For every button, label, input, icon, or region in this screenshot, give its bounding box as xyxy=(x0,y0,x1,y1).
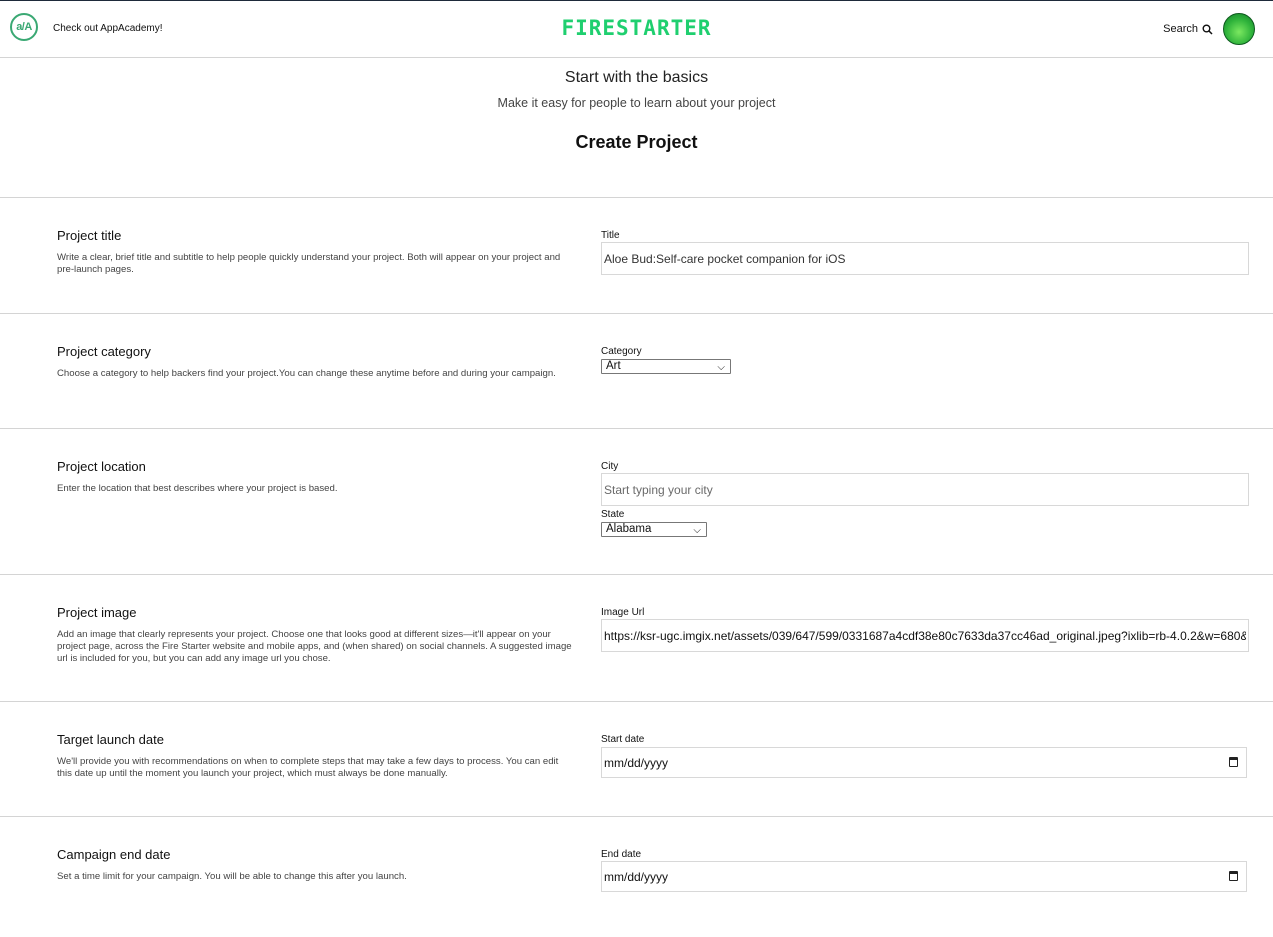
city-label: City xyxy=(601,461,619,472)
title-label: Title xyxy=(601,230,620,241)
user-avatar[interactable] xyxy=(1223,13,1255,45)
page-subheading: Make it easy for people to learn about y… xyxy=(497,96,776,110)
state-label: State xyxy=(601,509,625,520)
form-title: Create Project xyxy=(575,132,698,152)
section-project-location: Project location Enter the location that… xyxy=(0,429,1273,575)
end-date-placeholder: mm/dd/yyyy xyxy=(604,870,669,884)
category-selected-value: Art xyxy=(606,360,621,372)
state-select[interactable]: Alabama ⌵ xyxy=(601,522,707,537)
section-launch-date: Target launch date We'll provide you wit… xyxy=(0,702,1273,817)
section-heading: Project location xyxy=(57,459,146,474)
start-date-input[interactable]: mm/dd/yyyy xyxy=(601,747,1247,778)
section-project-category: Project category Choose a category to he… xyxy=(0,314,1273,429)
section-description: Enter the location that best describes w… xyxy=(57,483,338,494)
image-url-label: Image Url xyxy=(601,607,645,618)
section-description: Choose a category to help backers find y… xyxy=(57,368,556,379)
city-input[interactable] xyxy=(601,473,1249,506)
state-selected-value: Alabama xyxy=(606,523,652,535)
title-input[interactable] xyxy=(601,242,1249,275)
section-heading: Project title xyxy=(57,228,122,243)
chevron-down-icon: ⌵ xyxy=(693,525,701,536)
end-date-label: End date xyxy=(601,849,642,860)
search-icon xyxy=(1202,24,1213,35)
top-navbar: a/A Check out AppAcademy! FIRESTARTER Se… xyxy=(0,1,1273,58)
section-description: Set a time limit for your campaign. You … xyxy=(57,871,407,882)
search-button[interactable]: Search xyxy=(1163,23,1213,35)
image-url-input[interactable] xyxy=(601,619,1249,652)
search-label: Search xyxy=(1163,23,1198,35)
section-heading: Project category xyxy=(57,344,151,359)
section-heading: Campaign end date xyxy=(57,847,171,862)
calendar-icon[interactable] xyxy=(1229,757,1238,767)
end-date-input[interactable]: mm/dd/yyyy xyxy=(601,861,1247,892)
start-date-label: Start date xyxy=(601,734,645,745)
firestarter-logo[interactable]: FIRESTARTER xyxy=(0,16,1273,40)
page-heading: Start with the basics xyxy=(564,69,709,86)
calendar-icon[interactable] xyxy=(1229,871,1238,881)
section-description: Write a clear, brief title and subtitle … xyxy=(57,252,561,275)
page-header: Start with the basics Make it easy for p… xyxy=(0,58,1273,198)
section-description: We'll provide you with recommendations o… xyxy=(57,756,559,779)
section-project-title: Project title Write a clear, brief title… xyxy=(0,198,1273,314)
section-project-image: Project image Add an image that clearly … xyxy=(0,575,1273,702)
category-select[interactable]: Art ⌵ xyxy=(601,359,731,374)
section-heading: Project image xyxy=(57,605,137,620)
section-description: Add an image that clearly represents you… xyxy=(57,629,572,664)
start-date-placeholder: mm/dd/yyyy xyxy=(604,756,669,770)
chevron-down-icon: ⌵ xyxy=(717,362,725,373)
category-label: Category xyxy=(601,346,642,357)
section-heading: Target launch date xyxy=(57,732,164,747)
section-end-date: Campaign end date Set a time limit for y… xyxy=(0,817,1273,937)
